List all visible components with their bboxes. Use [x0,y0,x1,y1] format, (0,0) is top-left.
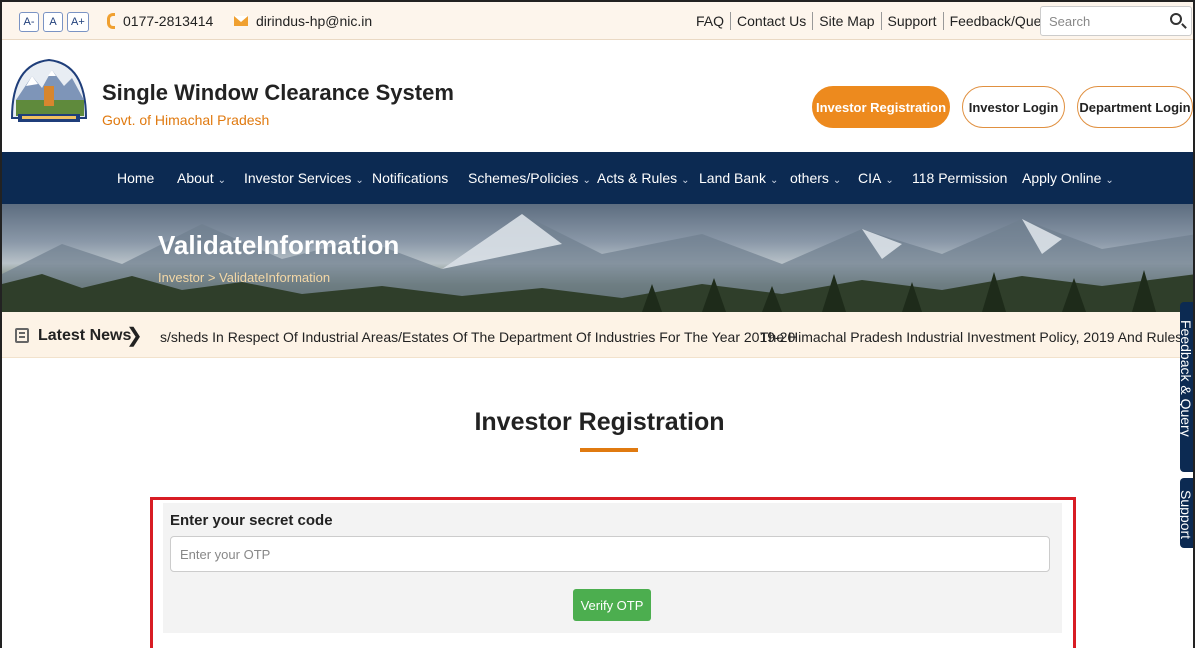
site-subtitle: Govt. of Himachal Pradesh [102,112,270,128]
top-utility-bar: A- A A+ 0177-2813414 dirindus-hp@nic.in … [2,2,1193,40]
phone-number: 0177-2813414 [123,13,214,29]
search-box [1040,6,1192,36]
chevron-down-icon: ⌄ [832,175,842,186]
breadcrumb: Investor > ValidateInformation [158,270,331,285]
latest-news-label: Latest News [38,327,132,344]
verify-otp-button[interactable]: Verify OTP [573,589,651,621]
page-title: Investor Registration [474,408,725,436]
nav-item-schemes-policies[interactable]: Schemes/Policies ⌄ [468,170,591,189]
nav-item-label: CIA [858,170,882,186]
font-decrease-button[interactable]: A- [19,12,39,32]
site-header: Single Window Clearance System Govt. of … [2,40,1193,142]
search-input[interactable] [1041,7,1159,35]
side-tab-label: Support [1180,490,1194,540]
email-link[interactable]: dirindus-hp@nic.in [256,12,372,30]
chevron-down-icon: ⌄ [582,175,591,186]
font-reset-button[interactable]: A [43,12,63,32]
secret-code-label: Enter your secret code [170,512,333,529]
chevron-right-icon: ❯ [126,325,143,347]
nav-item-label: Home [117,170,155,186]
site-map-link[interactable]: Site Map [813,12,882,30]
banner-title: ValidateInformation [158,230,400,260]
nav-item-118-permission[interactable]: 118 Permission [912,170,1007,186]
nav-item-label: others [790,170,829,186]
nav-item-label: Apply Online [1022,170,1102,186]
nav-item-notifications[interactable]: Notifications [372,170,448,186]
nav-item-label: 118 Permission [912,170,1008,186]
chevron-down-icon: ⌄ [1105,175,1114,186]
department-login-button[interactable]: Department Login [1077,86,1193,128]
nav-item-label: Land Bank [699,170,766,186]
latest-news-ticker: Latest News ❯ s/sheds In Respect Of Indu… [2,312,1193,358]
support-side-tab[interactable]: Support [1180,478,1194,548]
mail-icon [234,16,248,26]
news-item[interactable]: The Himachal Pradesh Industrial Investme… [760,329,1193,345]
investor-registration-button[interactable]: Investor Registration [812,86,950,128]
side-tab-label: Feedback & Query [1180,320,1194,437]
newspaper-icon [15,328,29,343]
nav-item-label: About [177,170,214,186]
main-nav: Home About ⌄ Investor Services ⌄ Notificat… [2,152,1193,204]
nav-item-acts-rules[interactable]: Acts & Rules ⌄ [597,170,690,189]
nav-item-label: Schemes/Policies [468,170,579,186]
chevron-down-icon: ⌄ [355,175,364,186]
faq-link[interactable]: FAQ [690,12,732,30]
nav-item-home[interactable]: Home [117,170,154,186]
support-link[interactable]: Support [882,12,944,30]
chevron-down-icon: ⌄ [885,175,894,186]
otp-input[interactable] [170,536,1050,572]
nav-item-land-bank[interactable]: Land Bank ⌄ [699,170,778,189]
nav-item-cia[interactable]: CIA ⌄ [858,170,894,189]
himachal-emblem-logo [10,58,88,122]
page-frame: A- A A+ 0177-2813414 dirindus-hp@nic.in … [0,0,1195,648]
font-increase-button[interactable]: A+ [67,12,89,32]
nav-item-label: Acts & Rules [597,170,678,186]
title-underline [580,448,638,452]
news-item[interactable]: s/sheds In Respect Of Industrial Areas/E… [160,329,795,345]
search-icon[interactable] [1170,13,1182,25]
nav-item-others[interactable]: others ⌄ [790,170,841,189]
chevron-down-icon: ⌄ [769,175,779,186]
nav-item-about[interactable]: About ⌄ [177,170,226,189]
nav-item-label: Notifications [372,170,449,186]
phone-icon [107,13,115,29]
investor-login-button[interactable]: Investor Login [962,86,1065,128]
nav-item-investor-services[interactable]: Investor Services ⌄ [244,170,364,189]
page-banner: ValidateInformation Investor > ValidateI… [2,204,1193,312]
contact-us-link[interactable]: Contact Us [731,12,814,30]
site-title: Single Window Clearance System [102,80,454,105]
top-links: FAQ Contact Us Site Map Support Feedback… [690,12,1059,30]
feedback-query-side-tab[interactable]: Feedback & Query [1180,302,1194,472]
nav-item-apply-online[interactable]: Apply Online ⌄ [1022,170,1114,189]
otp-form: Enter your secret code Verify OTP [163,503,1062,633]
nav-item-label: Investor Services [244,170,352,186]
chevron-down-icon: ⌄ [217,175,226,186]
chevron-down-icon: ⌄ [681,175,690,186]
otp-form-highlight: Enter your secret code Verify OTP [150,497,1076,648]
